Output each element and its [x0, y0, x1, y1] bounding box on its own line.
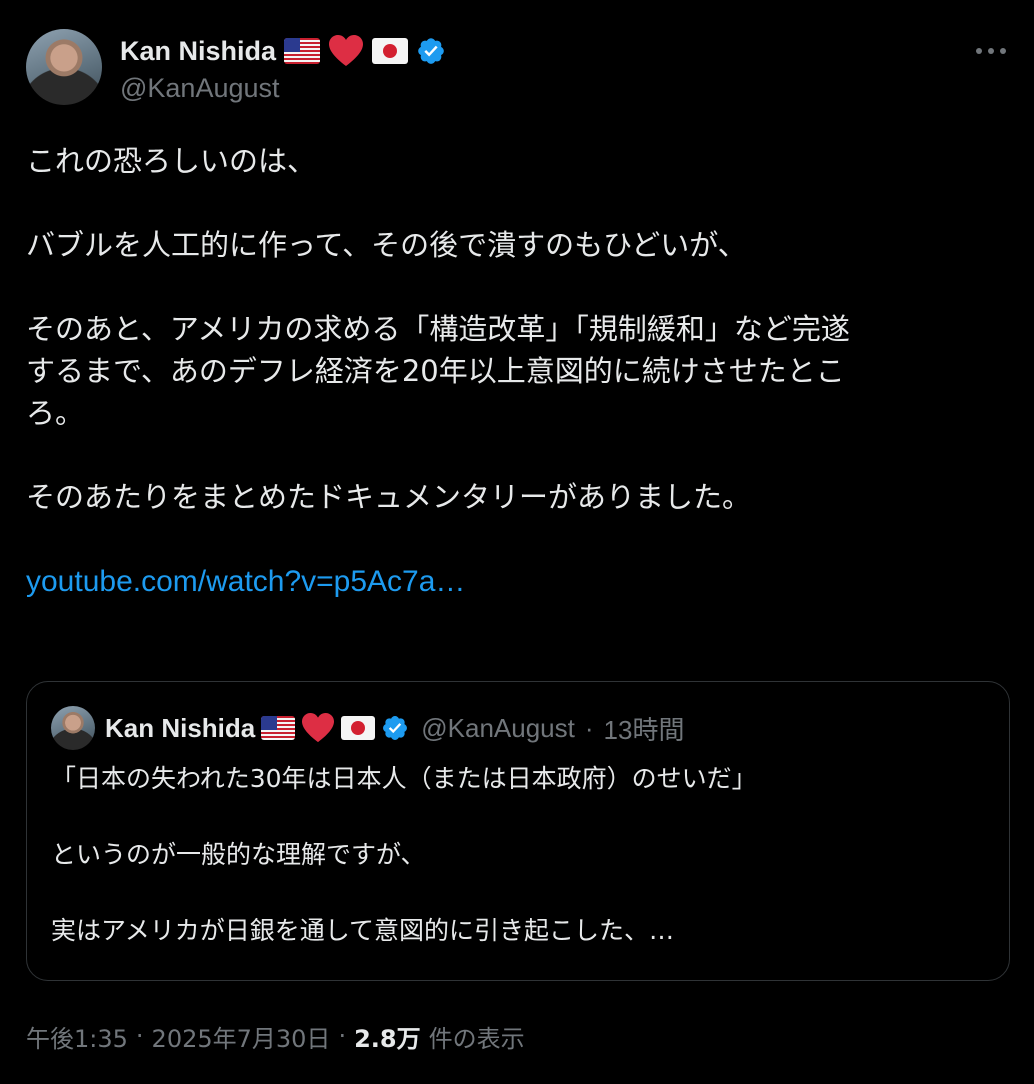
tweet-paragraph: そのあたりをまとめたドキュメンタリーがありました。 — [26, 480, 752, 514]
verified-badge-icon — [383, 716, 408, 740]
meta-separator: · — [135, 1022, 144, 1050]
meta-separator: · — [584, 712, 594, 743]
views-label: 件の表示 — [428, 1024, 525, 1053]
dot — [1000, 48, 1006, 54]
quoted-author-avatar[interactable] — [51, 706, 95, 750]
quoted-tweet-header: Kan Nishida @KanAugust · 13時間 — [105, 708, 684, 748]
author-display-name[interactable]: Kan Nishida — [120, 36, 276, 67]
tweet-footer-meta: 午後1:35 · 2025年7月30日 · 2.8万 件の表示 — [26, 1016, 525, 1056]
author-handle[interactable]: @KanAugust — [120, 73, 280, 104]
tweet-paragraph: バブルを人工的に作って、その後で潰すのもひどいが、 — [26, 228, 747, 262]
flag-us-icon — [261, 716, 296, 740]
quoted-paragraph: というのが一般的な理解ですが、 — [51, 840, 426, 869]
tweet-paragraph: そのあと、アメリカの求める「構造改革」「規制緩和」など完遂 するまで、あのデフレ… — [26, 312, 850, 430]
author-name-row[interactable]: Kan Nishida — [120, 33, 446, 69]
post-time[interactable]: 午後1:35 — [26, 1019, 128, 1054]
quoted-paragraph: 実はアメリカが日銀を通して意図的に引き起こした、… — [51, 916, 675, 945]
quoted-tweet-time[interactable]: 13時間 — [604, 710, 685, 747]
flag-jp-icon — [341, 716, 376, 740]
quoted-author-handle[interactable]: @KanAugust — [421, 713, 575, 744]
red-heart-icon — [302, 712, 335, 743]
tweet-text: これの恐ろしいのは、 バブルを人工的に作って、その後で潰すのもひどいが、 そのあ… — [26, 140, 1006, 603]
red-heart-icon — [329, 35, 364, 66]
tweet-paragraph: これの恐ろしいのは、 — [26, 144, 317, 178]
quoted-tweet-text: 「日本の失われた30年は日本人（または日本政府）のせいだ」 というのが一般的な理… — [51, 760, 991, 950]
quoted-paragraph: 「日本の失われた30年は日本人（または日本政府）のせいだ」 — [51, 764, 757, 793]
youtube-link[interactable]: youtube.com/watch?v=p5Ac7a… — [26, 565, 465, 598]
meta-separator: · — [338, 1022, 347, 1050]
more-options-icon[interactable] — [974, 37, 1008, 65]
flag-us-icon — [284, 38, 321, 64]
tweet-header: Kan Nishida @KanAugust — [26, 29, 1008, 109]
views-count[interactable]: 2.8万 — [354, 1019, 421, 1054]
dot — [976, 48, 982, 54]
flag-jp-icon — [372, 38, 409, 64]
post-date[interactable]: 2025年7月30日 — [152, 1019, 331, 1054]
quoted-author-display-name[interactable]: Kan Nishida — [105, 713, 255, 744]
verified-badge-icon[interactable] — [416, 36, 446, 66]
dot — [988, 48, 994, 54]
quoted-tweet-card[interactable]: Kan Nishida @KanAugust · 13時間 「日本の失われた30… — [26, 681, 1010, 981]
author-avatar[interactable] — [26, 29, 102, 105]
tweet: Kan Nishida @KanAugust これの恐ろしいのは、 バブルを人工… — [0, 0, 1034, 1084]
